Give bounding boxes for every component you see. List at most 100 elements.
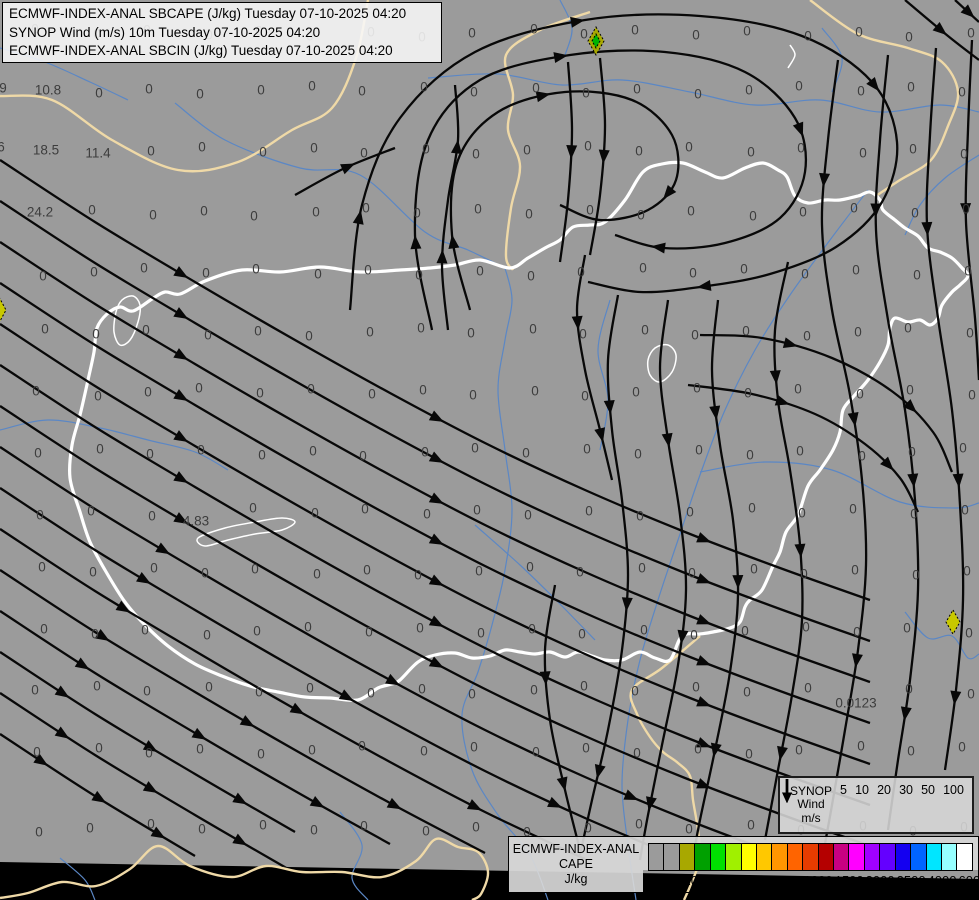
station-value: 0 (40, 622, 48, 637)
station-value: 0 (361, 502, 369, 517)
station-value: 0 (689, 266, 697, 281)
station-value: 0 (33, 745, 41, 760)
station-value: 0 (741, 624, 749, 639)
station-value-special: 0.0123 (835, 696, 876, 711)
station-value: 0 (422, 824, 430, 839)
station-value: 0 (913, 268, 921, 283)
cape-color-cell (649, 844, 665, 870)
station-value: 0 (685, 140, 693, 155)
station-value: 0 (468, 26, 476, 41)
station-value: 0 (472, 820, 480, 835)
station-value: 0 (633, 746, 641, 761)
station-value: 0 (306, 681, 314, 696)
station-value: 0 (87, 504, 95, 519)
station-value: 0 (147, 144, 155, 159)
station-value: 0 (313, 567, 321, 582)
cape-color-cell (756, 844, 773, 870)
cape-tick-label: 400 (714, 873, 737, 888)
station-value: 0 (635, 817, 643, 832)
station-value: 0 (359, 449, 367, 464)
station-value: 0 (853, 625, 861, 640)
station-value: 0 (691, 328, 699, 343)
station-value: 0 (799, 205, 807, 220)
station-value: 0 (639, 261, 647, 276)
wind-speed-label: 100 (943, 783, 964, 797)
cape-tick-label: 600 (745, 873, 768, 888)
station-value: 0 (532, 745, 540, 760)
station-value: 0 (475, 564, 483, 579)
station-value: 0 (797, 141, 805, 156)
station-value: 0 (198, 140, 206, 155)
station-value: 0 (419, 383, 427, 398)
station-value-special: 11.4 (85, 146, 111, 161)
synop-speed-column: 100 (782, 779, 964, 830)
station-value: 0 (530, 22, 538, 37)
wind-speed-label: 50 (921, 783, 935, 797)
station-value: 0 (259, 145, 267, 160)
station-value: 0 (420, 744, 428, 759)
station-value: 0 (196, 742, 204, 757)
station-value: 0 (467, 326, 475, 341)
station-value: 0 (856, 387, 864, 402)
station-value: 0 (742, 324, 750, 339)
station-value: 0 (308, 743, 316, 758)
synop-wind-legend: SYNOP Wind m/s 5 10 20 30 50 100 (778, 776, 974, 834)
station-value: 0 (423, 507, 431, 522)
station-value: 0 (251, 562, 259, 577)
title-line-sbcape: ECMWF-INDEX-ANAL SBCAPE (J/kg) Tuesday 0… (9, 6, 407, 21)
station-value: 0 (258, 448, 266, 463)
station-value: 0 (859, 146, 867, 161)
station-value: 0 (694, 87, 702, 102)
station-value: 0 (852, 263, 860, 278)
cape-color-cell (926, 844, 943, 870)
station-value: 0 (688, 566, 696, 581)
station-value: 0 (362, 201, 370, 216)
station-value: 0 (585, 504, 593, 519)
station-value: 0 (905, 30, 913, 45)
station-value: 0 (145, 82, 153, 97)
station-value: 0 (958, 85, 966, 100)
station-value: 0 (966, 326, 974, 341)
station-value: 0 (802, 620, 810, 635)
station-value: 0 (740, 262, 748, 277)
title-line-sbcin: ECMWF-INDEX-ANAL SBCIN (J/kg) Tuesday 07… (9, 43, 393, 59)
station-value: 0 (91, 627, 99, 642)
station-value: 0 (36, 508, 44, 523)
synop-speed-column: 20 (782, 779, 891, 830)
title-box: ECMWF-INDEX-ANAL SBCAPE (J/kg) Tuesday 0… (2, 2, 442, 63)
station-value: 0 (801, 267, 809, 282)
cape-color-cell (864, 844, 881, 870)
station-value: 0 (141, 623, 149, 638)
station-value: 0 (308, 79, 316, 94)
station-value: 0 (203, 628, 211, 643)
station-value: 0 (796, 444, 804, 459)
station-value: 0 (417, 321, 425, 336)
station-value: 0 (307, 382, 315, 397)
station-value: 0 (39, 269, 47, 284)
station-value: 0 (35, 825, 43, 840)
cape-color-cell (695, 844, 711, 870)
cape-colorbar-area (643, 837, 978, 871)
station-value: 0 (908, 445, 916, 460)
title-line-wind: SYNOP Wind (m/s) 10m Tuesday 07-10-2025 … (9, 24, 321, 40)
station-value: 0 (967, 687, 975, 702)
station-value: 0 (249, 501, 257, 516)
station-value: 0 (257, 747, 265, 762)
station-value: 0 (476, 264, 484, 279)
station-value: 0 (472, 147, 480, 162)
station-value: 0 (800, 567, 808, 582)
station-value: 0 (360, 819, 368, 834)
cape-tick-label: 4000 (927, 873, 957, 888)
cape-tick-label: 800 (776, 873, 799, 888)
station-value: 0 (363, 563, 371, 578)
station-value: 0 (962, 202, 970, 217)
station-value: 0 (304, 620, 312, 635)
station-value: 0 (527, 269, 535, 284)
station-value: 0 (857, 84, 865, 99)
station-value: 0 (582, 741, 590, 756)
wind-arrow-icon (782, 779, 792, 803)
station-value-special: 24.2 (27, 205, 53, 220)
station-value: 0 (471, 441, 479, 456)
station-value: 0 (580, 27, 588, 42)
station-value: 0 (578, 627, 586, 642)
